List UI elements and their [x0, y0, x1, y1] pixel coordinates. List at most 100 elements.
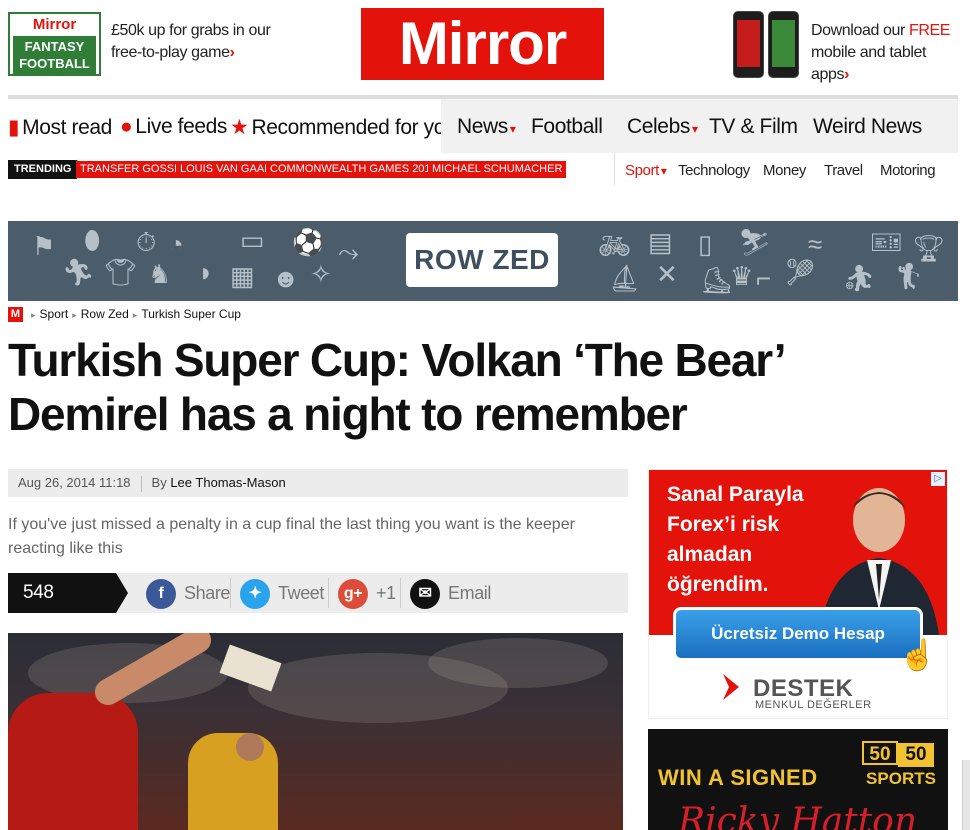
breadcrumb: M ▸ Sport ▸ Row Zed ▸ Turkish Super Cup — [8, 307, 241, 323]
advertisement-destek[interactable]: Sanal Parayla Forex’i risk almadan öğren… — [648, 469, 948, 719]
hockey-icon: ⛸︎ — [700, 265, 734, 295]
pitch-icon: ▦ — [230, 261, 255, 291]
top-promo-bar: Mirror FANTASY FOOTBALL £50k up for grab… — [0, 0, 970, 92]
email-share-button[interactable]: ✉ Email — [410, 579, 492, 610]
goalkeeper-icon: ⛹︎ — [842, 263, 876, 293]
trending-item[interactable]: LOUIS VAN GAAL — [176, 161, 275, 178]
share-divider — [400, 578, 401, 608]
row-zed-banner[interactable]: ⚑ ⬮ ⏱ ◔ ▭ ⚽ ⤳ 🏃︎ 👕︎ ♞ ◗ ▦ ☻ ✧ ROW ZED 🚲︎… — [8, 221, 958, 301]
horse-racing-icon: ♞ — [148, 259, 172, 289]
email-share-label: Email — [448, 583, 492, 603]
share-bar: 548 Shares f Share ✦ Tweet g+ +1 ✉ Email — [8, 573, 628, 643]
breadcrumb-separator: ▸ — [31, 310, 36, 320]
article-standfirst: If you've just missed a penalty in a cup… — [8, 516, 575, 557]
chevron-right-icon: › — [844, 66, 850, 83]
scoreboard-icon: ▭ — [240, 225, 265, 255]
subnav-sport[interactable]: Sport ▾ — [625, 162, 667, 179]
byline-prefix: By — [151, 475, 167, 490]
share-divider — [230, 578, 231, 608]
article-meta: Aug 26, 2014 11:18 By Lee Thomas-Mason — [8, 469, 628, 497]
facebook-share-label: Share — [184, 583, 231, 603]
nav-news[interactable]: News ▾ — [457, 115, 516, 139]
nav-live-feeds[interactable]: ● Live feeds — [120, 115, 227, 139]
breadcrumb-separator: ▸ — [132, 310, 138, 320]
facebook-share-button[interactable]: f Share — [146, 579, 231, 610]
phones-image[interactable] — [733, 11, 801, 79]
golf-flag-icon: ⚑ — [32, 231, 56, 261]
breadcrumb-item[interactable]: Row Zed — [81, 307, 129, 321]
breadcrumb-item[interactable]: Turkish Super Cup — [141, 307, 241, 321]
ad2-signature: Ricky Hatton — [678, 801, 918, 830]
email-icon: ✉ — [410, 579, 440, 610]
hand-cursor-icon: ☝ — [899, 639, 937, 672]
fantasy-football-logo[interactable]: Mirror FANTASY FOOTBALL — [8, 12, 101, 76]
chevron-down-icon: ▾ — [509, 122, 516, 136]
nav-most-read[interactable]: ▮ Most read — [8, 115, 112, 140]
nav-weird-news-label: Weird News — [813, 115, 922, 138]
tactics-board-icon: ✕ — [656, 259, 678, 289]
apps-promo-link[interactable]: Download our FREE mobile and tablet apps… — [811, 20, 966, 86]
twitter-share-button[interactable]: ✦ Tweet — [240, 579, 324, 610]
nav-personal: ▮ Most read ● Live feeds ★ Recommended for … — [8, 99, 457, 153]
nav-celebs[interactable]: Celebs ▾ — [627, 115, 698, 139]
ad-brand-subtitle: MENKUL DEĞERLER — [755, 699, 872, 711]
rower-icon: ⛵︎ — [608, 263, 642, 293]
trending-item[interactable]: MICHAEL SCHUMACHER — [428, 161, 567, 178]
google-plus-icon: g+ — [338, 579, 368, 610]
nav-news-label: News — [457, 115, 508, 138]
google-plus-label: +1 — [376, 583, 396, 603]
nav-tv-film-label: TV & Film — [709, 115, 798, 138]
meta-divider — [140, 475, 142, 492]
ff-logo-text: FANTASY FOOTBALL — [13, 36, 96, 74]
phone-icon — [733, 11, 764, 78]
runner-icon: 🏃︎ — [62, 257, 96, 287]
goal-net-icon: ▤ — [648, 227, 673, 257]
helmet-icon: ◗ — [198, 257, 214, 287]
5050-sports-logo: 50 50 SPORTS — [862, 741, 940, 791]
fans-icon: ✧ — [310, 259, 332, 289]
scrollbar[interactable] — [962, 760, 970, 830]
trending-item[interactable]: TRANSFER GOSSIP — [76, 161, 189, 178]
trending-item[interactable]: COMMONWEALTH GAMES 2014 — [266, 161, 441, 178]
mirror-home-icon[interactable]: M — [8, 307, 23, 323]
google-plus-button[interactable]: g+ +1 — [338, 579, 396, 610]
subnav-money[interactable]: Money — [763, 162, 806, 179]
author-link[interactable]: Lee Thomas-Mason — [170, 475, 285, 490]
nav-primary-row: ▮ Most read ● Live feeds ★ Recommended for … — [8, 95, 958, 153]
subnav-technology[interactable]: Technology — [678, 162, 750, 179]
ad-demo-button[interactable]: Ücretsiz Demo Hesap — [673, 607, 923, 661]
trending-label: TRENDING — [8, 160, 85, 179]
breadcrumb-item[interactable]: Sport — [40, 307, 69, 321]
nav-weird-news[interactable]: Weird News — [813, 115, 922, 139]
nav-tv-film[interactable]: TV & Film — [709, 115, 798, 139]
subnav-motoring[interactable]: Motoring — [880, 162, 936, 179]
ad-choices-icon[interactable]: ▷ — [931, 472, 945, 486]
skiing-icon: ⛷︎ — [738, 227, 772, 257]
advertisement-5050-sports[interactable]: WIN A SIGNED 50 50 SPORTS Ricky Hatton — [648, 729, 948, 830]
breadcrumb-separator: ▸ — [72, 310, 77, 320]
stopwatch-icon: ⏱ — [136, 227, 157, 257]
mirror-logo[interactable]: Mirror — [361, 8, 604, 80]
player-figure — [188, 733, 278, 830]
boot-icon: ⌐ — [756, 263, 772, 293]
ff-logo-mirror: Mirror — [32, 16, 77, 33]
chevron-right-icon: › — [229, 44, 235, 61]
logo-50-a: 50 — [862, 741, 898, 765]
trophy-icon: 🏆︎ — [912, 233, 946, 263]
nav-recommended-label: Recommended for you — [251, 116, 457, 139]
phone-icon — [768, 11, 799, 78]
fantasy-promo-link[interactable]: £50k up for grabs in our free-to-play ga… — [111, 20, 271, 64]
fantasy-promo-text: £50k up for grabs in our free-to-play ga… — [111, 22, 271, 61]
nav-football[interactable]: Football — [531, 115, 603, 139]
nav-recommended[interactable]: ★ Recommended for you — [230, 115, 457, 140]
publish-date: Aug 26, 2014 11:18 — [18, 475, 131, 490]
subnav-sport-label: Sport — [625, 162, 659, 179]
logo-sports: SPORTS — [866, 769, 936, 788]
subnav-travel[interactable]: Travel — [824, 162, 863, 179]
article-hero-image[interactable] — [8, 633, 623, 830]
apps-promo-free: FREE — [908, 22, 951, 39]
tactics-icon: ⤳ — [338, 237, 359, 267]
logo-50-b: 50 — [898, 743, 934, 767]
nav-football-label: Football — [531, 115, 603, 138]
tennis-racket-icon: 🎾︎ — [784, 257, 818, 287]
